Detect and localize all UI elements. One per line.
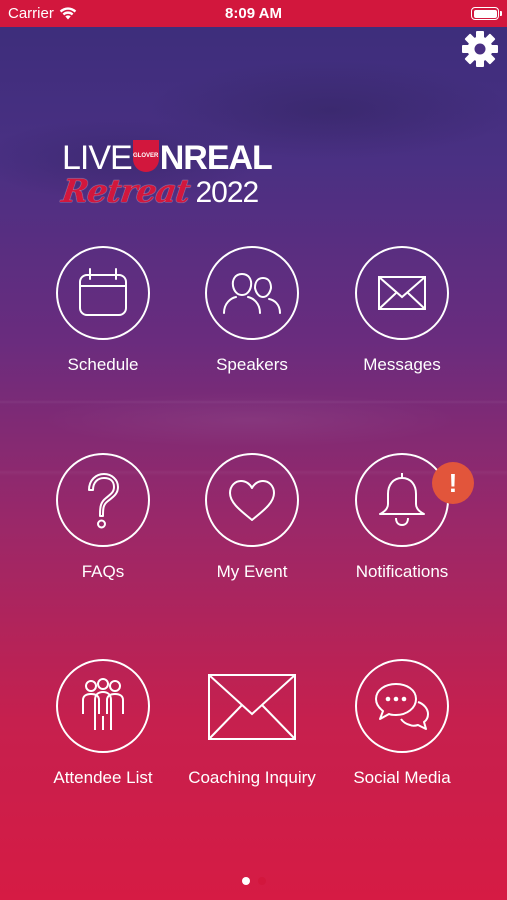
attendee-list-button[interactable]: Attendee List (18, 658, 188, 818)
coaching-envelope-icon (204, 658, 300, 754)
chat-bubbles-icon (354, 658, 450, 754)
bell-icon (354, 452, 450, 548)
coaching-inquiry-label: Coaching Inquiry (188, 768, 316, 787)
logo-u-mark: GLOVER (132, 140, 159, 172)
my-event-button[interactable]: My Event (167, 452, 337, 612)
schedule-label: Schedule (67, 355, 139, 374)
coaching-inquiry-button[interactable]: Coaching Inquiry (167, 658, 337, 818)
logo-unreal-text: NREAL (159, 139, 273, 177)
attendee-list-label: Attendee List (53, 768, 153, 787)
page-dot-1[interactable] (241, 877, 250, 885)
envelope-icon (354, 245, 450, 341)
calendar-icon (55, 245, 151, 341)
status-time: 8:09 AM (225, 5, 282, 22)
page-indicator (0, 877, 507, 885)
schedule-button[interactable]: Schedule (18, 245, 188, 405)
notifications-button[interactable]: ! Notifications (317, 452, 487, 612)
notification-alert-badge: ! (432, 462, 474, 504)
faqs-label: FAQs (81, 562, 125, 581)
logo-title: LIVE GLOVER NREAL (62, 139, 273, 177)
faqs-button[interactable]: FAQs (18, 452, 188, 612)
logo-live-text: LIVE (62, 139, 133, 177)
logo-subtitle: Retreat 2022 (59, 172, 259, 210)
speakers-icon (204, 245, 300, 341)
logo-retreat-text: Retreat (59, 172, 193, 210)
heart-icon (204, 452, 300, 548)
event-logo: LIVE GLOVER NREAL Retreat 2022 (59, 139, 273, 210)
battery-icon (471, 7, 502, 20)
speakers-label: Speakers (216, 355, 288, 374)
social-media-label: Social Media (353, 768, 451, 787)
messages-label: Messages (363, 355, 441, 374)
status-bar: Carrier 8:09 AM (0, 0, 507, 27)
settings-gear-icon[interactable] (461, 30, 499, 68)
social-media-button[interactable]: Social Media (317, 658, 487, 818)
my-event-label: My Event (216, 562, 288, 581)
messages-button[interactable]: Messages (317, 245, 487, 405)
notifications-label: Notifications (355, 562, 449, 581)
logo-year-text: 2022 (195, 176, 259, 209)
group-icon (55, 658, 151, 754)
page-dot-2[interactable] (257, 877, 266, 885)
question-icon (55, 452, 151, 548)
speakers-button[interactable]: Speakers (167, 245, 337, 405)
